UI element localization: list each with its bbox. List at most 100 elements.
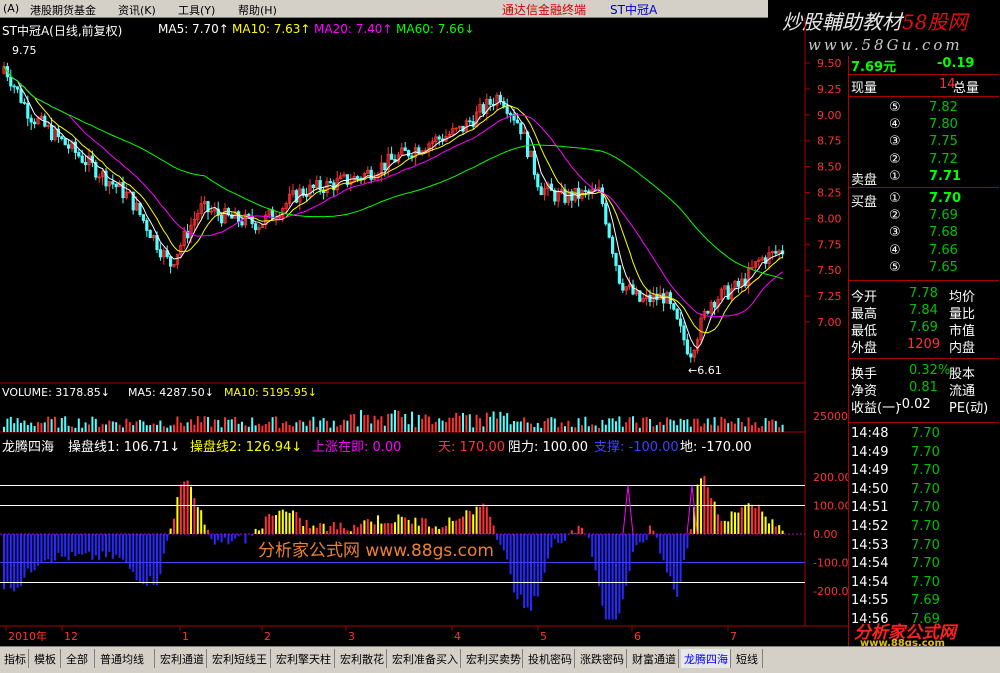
volume-bar — [407, 424, 410, 432]
volume-bar — [111, 421, 114, 432]
tab-3[interactable]: 普通均线 — [97, 649, 155, 668]
price-axis-label: 9.25 — [817, 83, 842, 96]
tick-row: 14:49 7.70 — [849, 445, 999, 462]
tab-11[interactable]: 涨跌密码 — [577, 649, 627, 668]
volume-bar — [183, 425, 186, 432]
stat2-value: 0.81 — [909, 380, 938, 395]
menu-item-tools[interactable]: 工具(Y) — [178, 2, 215, 18]
tab-12[interactable]: 财富通道 — [629, 649, 679, 668]
volume-bar — [577, 418, 580, 432]
volume-bar — [329, 427, 332, 432]
time-axis-label: 5 — [540, 630, 547, 643]
candle-body — [614, 253, 618, 267]
volume-bar — [700, 426, 702, 432]
volume-bar — [557, 427, 560, 432]
tab-0[interactable]: 指标 — [1, 649, 29, 668]
stat2-row: 净资 0.81 流通 — [849, 380, 999, 399]
tab-7[interactable]: 宏利散花 — [337, 649, 387, 668]
volume-legend: VOLUME: 3178.85↓ — [2, 386, 110, 399]
menu-item-help[interactable]: 帮助(H) — [238, 2, 277, 18]
volume-bar — [288, 425, 291, 432]
volume-bar — [547, 418, 549, 432]
ma5-line — [3, 66, 783, 349]
tick-time: 14:51 — [851, 500, 889, 516]
tab-14[interactable]: 短线 — [733, 649, 763, 668]
tab-10[interactable]: 投机密码 — [525, 649, 575, 668]
volume-bar — [390, 413, 393, 432]
indicator-tab-bar: 指标 模板 全部 普通均线 宏利通道 宏利短线王 宏利擎天柱 宏利散花 宏利准备买入 宏利买卖势投… — [0, 646, 1000, 673]
menu-item-futures[interactable]: 港股期货基金 — [30, 2, 96, 18]
tick-row: 14:48 7.70 — [849, 426, 999, 443]
volume-bar — [305, 425, 308, 432]
volume-bar — [608, 418, 611, 432]
price-axis-label: 9.50 — [817, 57, 842, 70]
menu-item-news[interactable]: 资讯(K) — [118, 2, 156, 18]
volume-bar — [411, 411, 413, 432]
volume-bar — [730, 421, 733, 432]
volume-bar — [445, 422, 447, 432]
tab-2[interactable]: 全部 — [63, 649, 95, 668]
buy-level-price: 7.66 — [929, 242, 958, 258]
volume-bar — [581, 425, 583, 432]
volume-bar — [536, 422, 539, 432]
tab-9[interactable]: 宏利买卖势 — [463, 649, 523, 668]
volume-bar — [723, 418, 726, 432]
volume-bar — [441, 420, 444, 432]
volume-bar — [710, 424, 713, 432]
volume-bar — [689, 426, 692, 432]
volume-bar — [475, 414, 478, 432]
volume-bar — [720, 416, 723, 432]
candle-body — [583, 190, 588, 192]
price-axis-label: 8.00 — [817, 212, 842, 225]
volume-bar — [312, 416, 315, 432]
volume-bar — [309, 420, 311, 432]
candle-body — [138, 202, 142, 216]
candle-body — [219, 214, 224, 224]
volume-bar — [781, 424, 784, 432]
volume-bar — [237, 423, 240, 432]
candle-body — [60, 136, 64, 140]
volume-bar — [727, 423, 730, 432]
volume-bar — [173, 424, 175, 432]
volume-bar — [465, 415, 468, 432]
candle-body — [536, 174, 540, 188]
volume-bar — [81, 427, 84, 432]
volume-bar — [268, 421, 271, 432]
time-axis-label: 1 — [182, 630, 189, 643]
price-axis-label: 9.00 — [817, 109, 842, 122]
volume-bar — [560, 422, 563, 432]
tab-13[interactable]: 龙腾四海 — [681, 649, 731, 668]
tab-5[interactable]: 宏利短线王 — [209, 649, 271, 668]
price-legend-ma10: MA10: 7.63↑ — [232, 22, 311, 36]
tab-1[interactable]: 模板 — [31, 649, 61, 668]
price-axis-label: 7.75 — [817, 238, 842, 251]
tab-4[interactable]: 宏利通道 — [157, 649, 207, 668]
volume-bar — [101, 424, 104, 432]
indicator-name: 龙腾四海 — [2, 440, 55, 455]
candle-body — [355, 176, 360, 179]
indicator-tian: 天: 170.00 — [438, 440, 505, 455]
tab-8[interactable]: 宏利准备买入 — [389, 649, 461, 668]
volume-bar — [400, 416, 403, 432]
volume-bar — [747, 417, 750, 432]
candle-body — [145, 220, 149, 231]
candle-body — [726, 285, 730, 300]
volume-bar — [105, 424, 107, 432]
volume-bar — [574, 427, 577, 432]
buy-level-num: ① — [889, 191, 901, 206]
volume-bar — [332, 420, 335, 432]
stat-row: 最高 7.84 量比 — [849, 303, 999, 322]
volume-bar — [6, 418, 9, 432]
sell-level-num: ④ — [889, 117, 901, 133]
indicator-axis-label: 0.00 — [813, 528, 838, 541]
volume-bar — [740, 421, 743, 432]
indicator-axis-label: 200.00 — [813, 471, 848, 484]
candle-body — [19, 88, 23, 103]
volume-bar — [530, 423, 532, 432]
stat2-value: -0.02 — [897, 397, 931, 412]
tab-6[interactable]: 宏利擎天柱 — [273, 649, 335, 668]
candle-body — [679, 318, 683, 327]
sell-level-num: ③ — [889, 134, 901, 150]
menu-item-a[interactable]: (A) — [3, 2, 19, 15]
candle-body — [539, 186, 543, 196]
